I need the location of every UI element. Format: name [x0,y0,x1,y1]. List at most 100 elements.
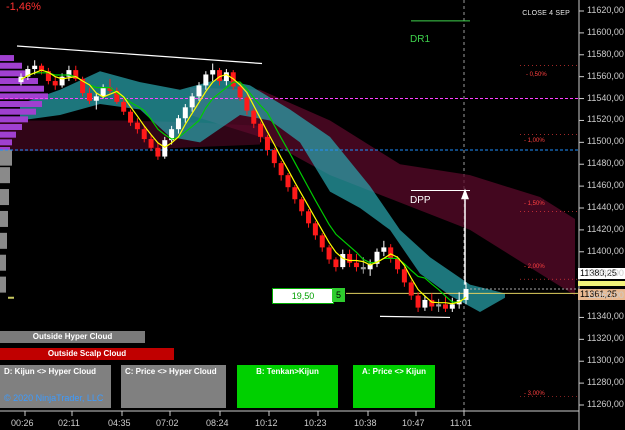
y-tick-label: 11560,00 [587,70,624,81]
volume-profile-bar [0,139,12,146]
x-tick-label: 07:02 [156,418,179,428]
x-tick-label: 11:01 [450,418,472,428]
y-tick-label: 11580,00 [587,48,624,59]
candle-body [285,175,291,188]
close-label: CLOSE 4 SEP [522,10,570,17]
x-tick-label: 10:23 [304,418,327,428]
candle-body [326,247,332,260]
ichimoku-clouds [0,71,575,312]
x-tick-label: 04:35 [108,418,131,428]
volume-profile [0,55,48,299]
candle-body [415,295,421,308]
x-tick-label: 08:24 [206,418,229,428]
copyright-notice: © 2020 NinjaTrader, LLC [4,393,104,403]
volume-profile-bar [0,276,6,293]
candle-body [436,304,442,307]
volume-profile-bar [0,55,14,62]
candle-body [306,211,312,224]
y-tick-label: 11460,00 [587,180,624,191]
candle-body [32,65,38,70]
candle-body [278,163,284,176]
candle-body [189,96,195,108]
y-tick-label: 11260,00 [587,399,624,409]
candle-body [347,253,353,263]
tile-price-kijun: A: Price <> Kijun [353,365,435,408]
y-tick-label: 11500,00 [587,136,624,147]
candle-body [360,267,366,270]
ticker-count: 5 [332,288,345,302]
candle-body [128,111,134,123]
pct-level-150: - 1,50% [524,201,545,207]
candle-body [340,253,346,268]
x-tick-label: 00:26 [11,418,34,428]
y-tick-label: 11340,00 [587,311,624,322]
y-tick-label: 11540,00 [587,92,624,103]
candle-body [264,136,270,150]
candle-body [175,118,181,130]
change-percent: -1,46% [6,1,41,13]
volume-profile-bar [0,131,16,138]
dpp-label: DPP [410,195,431,206]
candle-body [210,70,216,75]
candle-body [141,129,147,140]
y-tick-label: 11440,00 [587,202,624,212]
candle-body [381,247,387,252]
y-tick-label: 11300,00 [587,355,624,366]
candle-body [258,123,264,137]
tile-tenkan-kijun: B: Tenkan>Kijun [237,365,338,408]
volume-profile-poc [8,296,14,299]
candle-body [312,223,318,236]
volume-profile-bar [0,108,36,115]
pct-level-300: - 3,00% [524,391,545,397]
candle-body [299,199,305,212]
y-tick-label: 11520,00 [587,114,624,125]
y-tick-label: 11620,00 [587,5,624,15]
x-tick-label: 10:47 [402,418,425,428]
volume-profile-bar [0,149,12,166]
y-tick-label: 11280,00 [587,377,624,388]
candle-body [100,87,106,97]
candle-body [237,86,243,98]
price-tag-yellow [578,281,625,286]
candle-body [196,85,202,97]
candle-body [319,235,325,248]
x-tick-label: 10:38 [354,418,377,428]
scalp-cloud [190,87,575,296]
candle-body [203,74,209,86]
volume-profile-bar [0,167,10,184]
candle-body [353,262,359,268]
y-tick-label: 11400,00 [587,245,624,256]
pct-level-200: - 2,00% [524,264,545,270]
volume-profile-bar [0,85,44,92]
volume-profile-bar [0,124,22,131]
outside-hyper-cloud-badge: Outside Hyper Cloud [0,331,145,343]
x-tick-label: 10:12 [255,418,278,428]
volume-profile-bar [0,101,42,108]
candle-body [422,299,428,308]
candle-body [134,122,140,130]
tile-price-hyper-cloud: C: Price <> Hyper Cloud [121,365,226,408]
y-tick-label: 11380,00 [587,267,624,278]
candle-body [121,101,127,112]
volume-profile-bar [0,210,8,227]
candle-body [251,110,257,124]
y-tick-label: 11420,00 [587,223,624,234]
candle-body [223,72,229,82]
candle-body [292,187,298,200]
candle-body [86,93,92,101]
y-tick-label: 11360,00 [587,289,624,300]
candle-body [162,140,168,157]
volume-profile-bar [0,62,22,69]
pct-level-050: - 0,50% [526,72,547,78]
candle-body [401,269,407,283]
dr1-label: DR1 [410,34,431,45]
candle-body [93,96,99,101]
y-tick-label: 11480,00 [587,158,624,169]
candle-body [271,149,277,164]
candle-body [244,97,250,111]
candle-body [442,304,448,309]
support-trendline [379,315,451,319]
volume-profile-bar [0,232,7,249]
outside-scalp-cloud-badge: Outside Scalp Cloud [0,348,174,360]
candle-body [148,139,154,148]
